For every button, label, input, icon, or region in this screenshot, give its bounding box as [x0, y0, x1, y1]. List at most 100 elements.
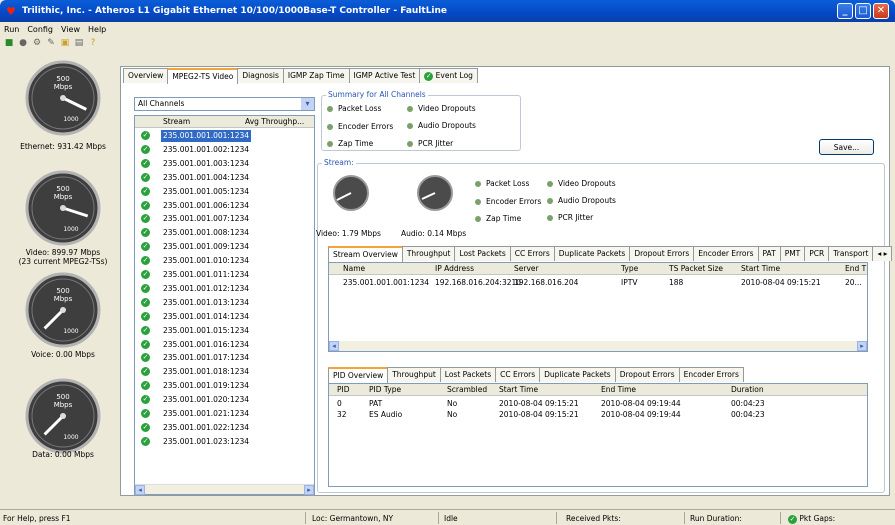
stream-list-item[interactable]: ✓ 235.001.001.012:1234: [135, 283, 314, 295]
tab-overview[interactable]: Overview: [123, 68, 169, 83]
col-ip-address[interactable]: IP Address: [435, 264, 474, 273]
stream-list-item[interactable]: ✓ 235.001.001.021:1234: [135, 408, 314, 420]
status-ok-icon: ✓: [141, 311, 150, 321]
pid-cell: PAT: [369, 399, 383, 408]
status-ok-icon: ✓: [141, 144, 150, 154]
scroll-right-icon[interactable]: ▸: [304, 485, 314, 495]
stream-list-item[interactable]: ✓ 235.001.001.022:1234: [135, 422, 314, 434]
stream-list-item[interactable]: ✓ 235.001.001.006:1234: [135, 200, 314, 212]
stream-address: 235.001.001.018:1234: [163, 367, 250, 377]
video-rate: Video: 1.79 Mbps: [316, 229, 381, 238]
stream-list-item[interactable]: ✓ 235.001.001.008:1234: [135, 227, 314, 239]
scroll-right-icon[interactable]: ▸: [857, 341, 867, 351]
stream-list-item[interactable]: ✓ 235.001.001.014:1234: [135, 311, 314, 323]
gauge-sidebar: 500 Mbps 1000 Ethernet: 931.42 Mbps 500 Mbps 1…: [8, 58, 118, 498]
minimize-button[interactable]: _: [837, 3, 853, 19]
stream-tab-throughput[interactable]: Throughput: [401, 246, 456, 261]
stream-list-item[interactable]: ✓ 235.001.001.017:1234: [135, 352, 314, 364]
stream-list-item[interactable]: ✓ 235.001.001.019:1234: [135, 380, 314, 392]
stream-list-item[interactable]: ✓ 235.001.001.016:1234: [135, 339, 314, 351]
stream-tab-stream-overview[interactable]: Stream Overview: [328, 246, 403, 262]
help-icon[interactable]: ?: [88, 38, 98, 48]
stream-tab-encoder-errors[interactable]: Encoder Errors: [693, 246, 759, 261]
stream-list-item[interactable]: ✓ 235.001.001.023:1234: [135, 436, 314, 448]
stream-tab-duplicate-packets[interactable]: Duplicate Packets: [553, 246, 631, 261]
col-pid[interactable]: PID: [337, 385, 350, 394]
col-pid-type[interactable]: PID Type: [369, 385, 401, 394]
tab-scroll-icon[interactable]: ◂ ▸: [872, 246, 893, 261]
print-icon[interactable]: ▤: [74, 38, 84, 48]
col-stream[interactable]: Stream: [163, 117, 190, 126]
stream-tab-dropout-errors[interactable]: Dropout Errors: [629, 246, 695, 261]
menu-view[interactable]: View: [61, 25, 80, 34]
pid-tab-lost-packets[interactable]: Lost Packets: [439, 367, 497, 382]
cell-name: 235.001.001.001:1234: [343, 278, 430, 287]
stream-tab-pcr[interactable]: PCR: [804, 246, 830, 261]
gauge-scale-label: 1000: [63, 226, 78, 233]
col-ts-packet-size[interactable]: TS Packet Size: [669, 264, 723, 273]
stream-list-item[interactable]: ✓ 235.001.001.004:1234: [135, 172, 314, 184]
stream-list-item[interactable]: ✓ 235.001.001.003:1234: [135, 158, 314, 170]
pid-tab-cc-errors[interactable]: CC Errors: [495, 367, 541, 382]
stream-tab-cc-errors[interactable]: CC Errors: [509, 246, 555, 261]
stream-address: 235.001.001.004:1234: [163, 172, 250, 182]
close-button[interactable]: ✕: [873, 3, 889, 19]
col-pid-start-time[interactable]: Start Time: [499, 385, 538, 394]
tab-igmp-active-test[interactable]: IGMP Active Test: [348, 68, 421, 83]
start-icon[interactable]: ■: [4, 38, 14, 48]
pid-tab-throughput[interactable]: Throughput: [387, 367, 441, 382]
pid-tab-dropout-errors[interactable]: Dropout Errors: [614, 367, 680, 382]
stream-list-item[interactable]: ✓ 235.001.001.015:1234: [135, 325, 314, 337]
stream-list-item[interactable]: ✓ 235.001.001.001:1234: [135, 130, 314, 142]
tab-igmp-zap-time[interactable]: IGMP Zap Time: [282, 68, 350, 83]
stream-list-item[interactable]: ✓ 235.001.001.005:1234: [135, 186, 314, 198]
col-scrambled[interactable]: Scrambled: [447, 385, 487, 394]
status-ok-icon: ✓: [141, 158, 150, 168]
menu-help[interactable]: Help: [88, 25, 106, 34]
pid-tab-encoder-errors[interactable]: Encoder Errors: [678, 367, 744, 382]
tools-icon[interactable]: ✎: [46, 38, 56, 48]
pid-tab-pid-overview[interactable]: PID Overview: [328, 367, 389, 383]
tab-mpeg2-ts-video[interactable]: MPEG2-TS Video: [167, 68, 239, 84]
stream-list-item[interactable]: ✓ 235.001.001.013:1234: [135, 297, 314, 309]
pid-tab-duplicate-packets[interactable]: Duplicate Packets: [539, 367, 616, 382]
maximize-button[interactable]: □: [855, 3, 871, 19]
stream-list-item[interactable]: ✓ 235.001.001.018:1234: [135, 366, 314, 378]
col-server[interactable]: Server: [514, 264, 539, 273]
gauge-2: 500 Mbps 1000: [8, 270, 118, 354]
stream-list-item[interactable]: ✓ 235.001.001.010:1234: [135, 255, 314, 267]
stream-list-hscroll[interactable]: ◂ ▸: [135, 484, 314, 495]
settings-icon[interactable]: ⚙: [32, 38, 42, 48]
scroll-left-icon[interactable]: ◂: [135, 485, 145, 495]
scroll-left-icon[interactable]: ◂: [329, 341, 339, 351]
stream-tab-pat[interactable]: PAT: [757, 246, 781, 261]
col-pid-end-time[interactable]: End Time: [601, 385, 636, 394]
stream-tab-pmt[interactable]: PMT: [779, 246, 806, 261]
stream-list-item[interactable]: ✓ 235.001.001.007:1234: [135, 213, 314, 225]
stream-list-item[interactable]: ✓ 235.001.001.009:1234: [135, 241, 314, 253]
save-button[interactable]: Save...: [819, 139, 874, 155]
menu-run[interactable]: Run: [4, 25, 19, 34]
channel-filter-select[interactable]: All Channels ▾: [134, 97, 315, 111]
tab-diagnosis[interactable]: Diagnosis: [237, 68, 284, 83]
stream-address: 235.001.001.010:1234: [163, 256, 250, 266]
stop-icon[interactable]: ●: [18, 38, 28, 48]
lock-icon[interactable]: ▣: [60, 38, 70, 48]
stream-tab-lost-packets[interactable]: Lost Packets: [454, 246, 511, 261]
stream-tab-transport[interactable]: Transport: [828, 246, 874, 261]
col-end-time[interactable]: End T: [845, 264, 866, 273]
stream-table-hscroll[interactable]: ◂ ▸: [329, 341, 867, 351]
col-duration[interactable]: Duration: [731, 385, 764, 394]
col-type[interactable]: Type: [621, 264, 638, 273]
status-gaps: ✓ Pkt Gaps:: [788, 514, 836, 524]
stream-list-item[interactable]: ✓ 235.001.001.020:1234: [135, 394, 314, 406]
stream-list-item[interactable]: ✓ 235.001.001.002:1234: [135, 144, 314, 156]
cell-server: 192.168.016.204: [514, 278, 579, 287]
menu-config[interactable]: Config: [27, 25, 53, 34]
tab-event-log[interactable]: ✓ Event Log: [419, 68, 478, 83]
pid-table-header: PID PID Type Scrambled Start Time End Ti…: [329, 384, 867, 396]
col-name[interactable]: Name: [343, 264, 365, 273]
stream-list-item[interactable]: ✓ 235.001.001.011:1234: [135, 269, 314, 281]
col-start-time[interactable]: Start Time: [741, 264, 780, 273]
col-avg-throughput[interactable]: Avg Throughp...: [245, 117, 304, 126]
